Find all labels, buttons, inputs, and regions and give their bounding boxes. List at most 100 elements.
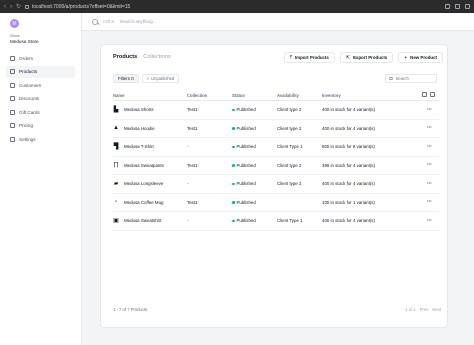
new-product-button[interactable]: + New Product: [398, 52, 443, 63]
tab-collections[interactable]: Collections: [143, 54, 170, 60]
view-toggle: [422, 92, 435, 97]
product-search[interactable]: [385, 74, 437, 83]
sidebar-item-label: Products: [19, 69, 38, 74]
top-bar: Ctrl K Search anything...: [82, 13, 474, 31]
table-row[interactable]: ▲ Medusa Hoodie Test1 Published Client type …: [113, 120, 439, 138]
product-name: Medusa T-Shirt: [124, 144, 154, 150]
filters-button[interactable]: Filters 0: [113, 74, 139, 83]
discount-icon: [10, 96, 15, 101]
sidebar-item-pricing[interactable]: Pricing: [6, 120, 75, 132]
status-dot: [232, 219, 235, 222]
store-label: Store: [10, 33, 20, 38]
list-view-icon[interactable]: [422, 92, 427, 97]
sidebar-item-products[interactable]: Products: [6, 65, 75, 78]
column-header-inventory[interactable]: Inventory: [322, 93, 427, 98]
close-icon[interactable]: ×: [147, 76, 149, 81]
mug-icon: ▫: [114, 199, 118, 206]
search-shortcut: Ctrl K: [103, 19, 115, 24]
table-row[interactable]: ∏ Medusa Sweatpants Test1 Published Client t…: [113, 157, 439, 175]
status-label: Published: [236, 199, 256, 205]
product-status: Published: [232, 107, 277, 112]
profile-icon[interactable]: [455, 4, 460, 9]
table-row[interactable]: ▣ Medusa Sweatshirt - Published Client Type …: [113, 212, 439, 231]
row-actions-menu-icon[interactable]: ···: [427, 107, 439, 113]
product-cell: ▰ Medusa Longsleeve: [113, 181, 187, 187]
filters-label: Filters: [118, 76, 130, 81]
hoodie-icon: ▲: [113, 125, 119, 132]
grid-view-icon[interactable]: [430, 92, 435, 97]
import-products-label: Import Products: [294, 55, 329, 60]
row-actions-menu-icon[interactable]: ···: [427, 144, 439, 150]
gear-icon: [10, 136, 15, 142]
table-row[interactable]: ▰ Medusa Longsleeve - Published Client type …: [113, 175, 439, 194]
table-header: Name Collection Status Availability Inve…: [113, 90, 439, 101]
next-page-button[interactable]: Next: [432, 307, 441, 312]
currency-icon: [10, 123, 15, 128]
row-actions-menu-icon[interactable]: ···: [427, 125, 439, 131]
row-actions-menu-icon[interactable]: ···: [427, 181, 439, 187]
product-availability: Client type 2: [277, 162, 302, 168]
page-info-icon: [25, 4, 30, 9]
product-search-input[interactable]: [395, 76, 436, 81]
column-header-collection[interactable]: Collection: [187, 93, 232, 98]
sidebar: M Store Medusa Store Orders Products Cus…: [0, 13, 82, 345]
sidebar-item-settings[interactable]: Settings: [6, 133, 75, 145]
unpublished-filter-chip[interactable]: × Unpublished: [141, 74, 180, 83]
sidebar-item-label: Settings: [19, 136, 36, 142]
status-dot: [232, 201, 235, 204]
product-collection: Test1: [187, 162, 198, 168]
row-actions-menu-icon[interactable]: ···: [427, 218, 439, 224]
shorts-icon: ▙: [113, 106, 119, 113]
status-dot: [232, 164, 235, 167]
forward-arrow-icon[interactable]: ›: [10, 4, 12, 10]
store-avatar[interactable]: M: [10, 19, 19, 28]
table-row[interactable]: ▜ Medusa T-Shirt - Published Client Type 1 80…: [113, 138, 439, 157]
sweatshirt-icon: ▣: [113, 217, 119, 224]
new-product-label: New Product: [410, 55, 437, 60]
address-bar[interactable]: localhost:7000/a/products?offset=0&limit…: [25, 4, 130, 10]
product-status: Published: [232, 200, 277, 205]
product-status: Published: [232, 181, 277, 186]
sidebar-item-discounts[interactable]: Discounts: [6, 93, 75, 105]
sidebar-item-label: Gift Cards: [19, 109, 40, 115]
export-products-label: Export Products: [353, 55, 388, 60]
product-inventory: 400 in stock for 4 variant(s): [322, 125, 375, 131]
sidebar-item-orders[interactable]: Orders: [6, 52, 75, 64]
unpublished-chip-label: Unpublished: [151, 76, 175, 81]
sidebar-item-gift-cards[interactable]: Gift Cards: [6, 106, 75, 118]
prev-page-button[interactable]: Prev: [420, 307, 429, 312]
product-availability: Client type 2: [277, 181, 302, 187]
users-icon: [10, 82, 15, 88]
product-availability: Client Type 1: [277, 144, 303, 150]
reload-icon[interactable]: ↻: [16, 4, 21, 10]
extensions-icon[interactable]: [445, 4, 450, 9]
column-header-name[interactable]: Name: [113, 93, 187, 98]
column-header-availability[interactable]: Availability: [277, 93, 322, 98]
status-label: Published: [236, 218, 256, 224]
product-name: Medusa Shorts: [124, 107, 154, 113]
product-collection: -: [187, 144, 189, 150]
export-products-button[interactable]: ⇱ Export Products: [339, 52, 394, 63]
product-collection: -: [187, 218, 189, 224]
status-dot: [232, 127, 235, 130]
back-arrow-icon[interactable]: ‹: [4, 4, 6, 10]
pagination-summary: 1 - 7 of 7 Products: [113, 307, 148, 312]
product-cell: ▜ Medusa T-Shirt: [113, 144, 187, 150]
row-actions-menu-icon[interactable]: ···: [427, 199, 439, 205]
product-cell: ▫ Medusa Coffee Mug: [113, 199, 187, 205]
column-header-status[interactable]: Status: [232, 93, 277, 98]
table-row[interactable]: ▫ Medusa Coffee Mug Test1 Published 100 in s…: [113, 194, 439, 212]
global-search-input[interactable]: Search anything...: [119, 19, 156, 24]
row-actions-menu-icon[interactable]: ···: [427, 162, 439, 168]
sidebar-item-customers[interactable]: Customers: [6, 79, 75, 91]
import-products-button[interactable]: ⤒ Import Products: [283, 52, 335, 63]
products-card: Products Collections ⤒ Import Products ⇱…: [100, 44, 448, 328]
page-indicator: 1 of 1: [405, 307, 416, 312]
menu-icon[interactable]: [465, 4, 470, 9]
plus-icon: +: [404, 54, 408, 61]
tab-products[interactable]: Products: [113, 54, 137, 60]
product-status: Published: [232, 218, 277, 223]
product-availability: Client type 2: [277, 107, 302, 113]
product-cell: ▙ Medusa Shorts: [113, 107, 187, 113]
table-row[interactable]: ▙ Medusa Shorts Test1 Published Client type …: [113, 101, 439, 120]
